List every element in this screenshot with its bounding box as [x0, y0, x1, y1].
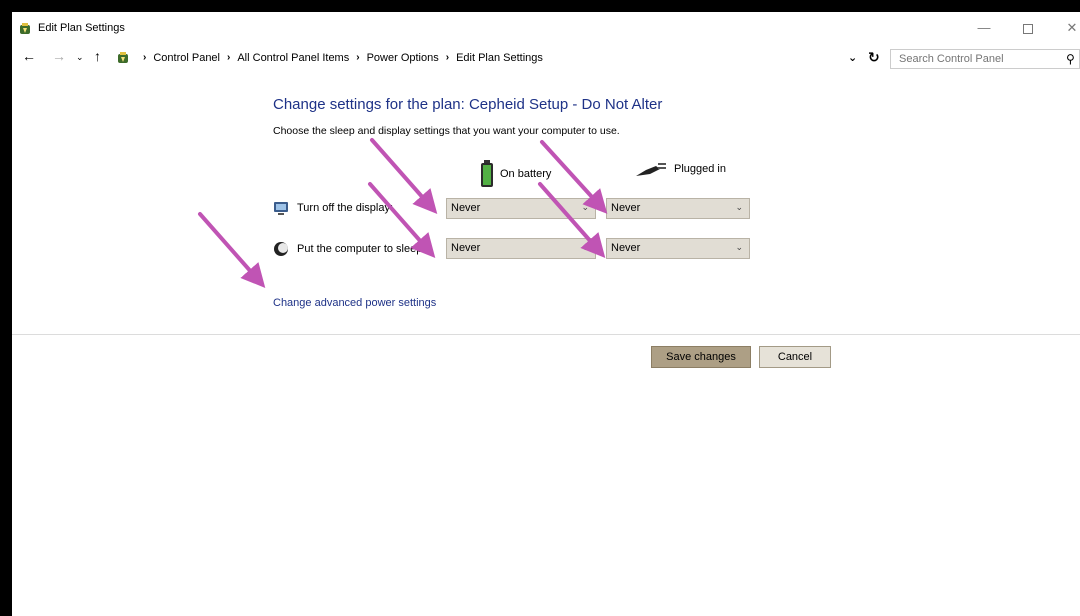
forward-button[interactable]: →	[52, 48, 66, 64]
breadcrumb: › Control Panel › All Control Panel Item…	[136, 52, 543, 64]
chevron-down-icon: ⌄	[581, 242, 589, 252]
save-changes-button[interactable]: Save changes	[651, 346, 751, 368]
display-battery-select[interactable]: Never ⌄	[446, 198, 596, 219]
title-bar: Edit Plan Settings — ✕	[12, 12, 1080, 42]
search-input[interactable]	[890, 49, 1080, 69]
monitor-icon	[274, 202, 288, 215]
minimize-button[interactable]: —	[964, 20, 1004, 40]
plug-icon	[636, 163, 666, 176]
sleep-row: Put the computer to sleep:	[273, 241, 425, 257]
breadcrumb-separator: ›	[143, 52, 147, 63]
sleep-battery-value: Never	[451, 242, 481, 254]
battery-icon	[481, 160, 493, 187]
sleep-battery-select[interactable]: Never ⌄	[446, 238, 596, 259]
display-label: Turn off the display:	[297, 202, 393, 214]
breadcrumb-separator: ›	[445, 52, 450, 63]
sleep-plugged-value: Never	[611, 242, 641, 254]
breadcrumb-control-panel[interactable]: Control Panel	[153, 52, 220, 64]
advanced-power-settings-link[interactable]: Change advanced power settings	[273, 297, 436, 309]
chevron-down-icon: ⌄	[581, 202, 589, 212]
page-description: Choose the sleep and display settings th…	[273, 125, 620, 137]
close-button[interactable]: ✕	[1052, 20, 1080, 40]
annotation-arrow	[198, 212, 266, 288]
chevron-down-icon: ⌄	[735, 242, 743, 252]
cancel-button[interactable]: Cancel	[759, 346, 831, 368]
plugged-in-label: Plugged in	[674, 163, 726, 175]
close-icon: ✕	[1066, 20, 1078, 35]
address-bar: ← → ⌄ ↑ › Control Panel › All Control Pa…	[12, 46, 1080, 72]
on-battery-header: On battery	[480, 160, 551, 188]
maximize-button[interactable]	[1008, 20, 1048, 40]
divider	[12, 334, 1080, 335]
breadcrumb-edit-plan[interactable]: Edit Plan Settings	[456, 52, 543, 64]
window: Edit Plan Settings — ✕ ← → ⌄ ↑ › Control…	[0, 0, 1080, 616]
power-options-icon	[118, 52, 128, 63]
recent-locations-icon[interactable]: ⌄	[76, 52, 84, 63]
breadcrumb-all-items[interactable]: All Control Panel Items	[237, 52, 349, 64]
annotation-arrow	[370, 138, 438, 214]
sleep-plugged-select[interactable]: Never ⌄	[606, 238, 750, 259]
address-dropdown-icon[interactable]: ⌄	[848, 51, 857, 64]
maximize-icon	[1023, 24, 1033, 34]
display-plugged-select[interactable]: Never ⌄	[606, 198, 750, 219]
moon-icon	[274, 242, 288, 256]
plugged-in-header: Plugged in	[634, 160, 726, 178]
breadcrumb-power-options[interactable]: Power Options	[367, 52, 439, 64]
up-button[interactable]: ↑	[94, 48, 101, 64]
breadcrumb-separator: ›	[356, 52, 360, 63]
back-button[interactable]: ←	[22, 48, 36, 64]
refresh-icon[interactable]: ↻	[868, 49, 880, 66]
search-icon[interactable]: ⚲	[1066, 52, 1075, 66]
page-title: Change settings for the plan: Cepheid Se…	[273, 96, 663, 113]
power-options-icon	[20, 23, 30, 34]
sleep-label: Put the computer to sleep:	[297, 243, 426, 255]
minimize-icon: —	[977, 20, 991, 35]
display-row: Turn off the display:	[273, 200, 393, 216]
display-battery-value: Never	[451, 202, 481, 214]
display-plugged-value: Never	[611, 202, 641, 214]
chevron-down-icon: ⌄	[735, 202, 743, 212]
breadcrumb-separator: ›	[227, 52, 231, 63]
on-battery-label: On battery	[500, 168, 552, 180]
window-title: Edit Plan Settings	[38, 22, 125, 34]
